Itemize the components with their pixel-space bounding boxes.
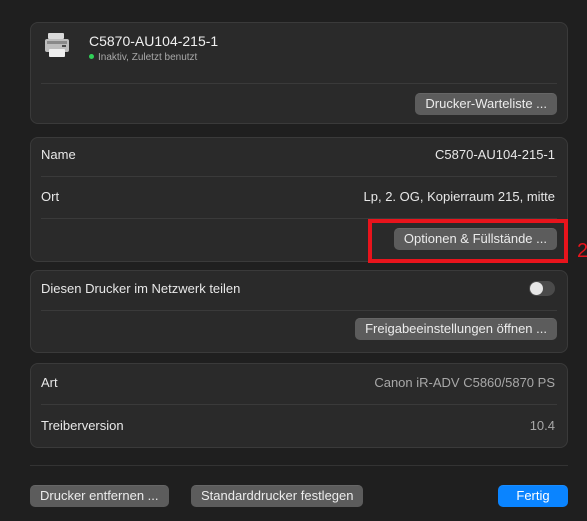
- printer-queue-button[interactable]: Drucker-Warteliste ...: [415, 93, 557, 115]
- sharing-section: Diesen Drucker im Netzwerk teilen Freiga…: [30, 270, 568, 353]
- type-value: Canon iR-ADV C5860/5870 PS: [374, 375, 555, 390]
- sharing-divider: [41, 310, 557, 311]
- type-label: Art: [41, 375, 58, 390]
- share-toggle[interactable]: [529, 281, 555, 296]
- name-label: Name: [41, 147, 76, 162]
- info-divider: [41, 404, 557, 405]
- annotation-marker: 2: [577, 240, 587, 262]
- share-toggle-knob: [530, 282, 543, 295]
- printer-status-text: Inaktiv, Zuletzt benutzt: [98, 52, 198, 63]
- done-button[interactable]: Fertig: [498, 485, 568, 507]
- printer-icon: [43, 31, 71, 59]
- printer-name: C5870-AU104-215-1: [89, 33, 219, 49]
- printer-info-section: Art Canon iR-ADV C5860/5870 PS Treiberve…: [30, 363, 568, 448]
- printer-status: Inaktiv, Zuletzt benutzt: [89, 52, 197, 63]
- set-default-printer-button[interactable]: Standarddrucker festlegen: [191, 485, 364, 507]
- printer-header-section: C5870-AU104-215-1 Inaktiv, Zuletzt benut…: [30, 22, 568, 124]
- details-divider-1: [41, 176, 557, 177]
- sharing-settings-button[interactable]: Freigabeeinstellungen öffnen ...: [355, 318, 557, 340]
- header-divider: [41, 83, 557, 84]
- name-value: C5870-AU104-215-1: [435, 147, 555, 162]
- status-dot-icon: [89, 53, 94, 59]
- remove-printer-button[interactable]: Drucker entfernen ...: [30, 485, 169, 507]
- location-value: Lp, 2. OG, Kopierraum 215, mitte: [363, 189, 555, 204]
- highlight-box: [368, 219, 568, 263]
- location-label: Ort: [41, 189, 60, 204]
- share-label: Diesen Drucker im Netzwerk teilen: [41, 281, 241, 296]
- driver-label: Treiberversion: [41, 418, 124, 433]
- footer-divider: [30, 465, 568, 466]
- driver-value: 10.4: [529, 418, 555, 433]
